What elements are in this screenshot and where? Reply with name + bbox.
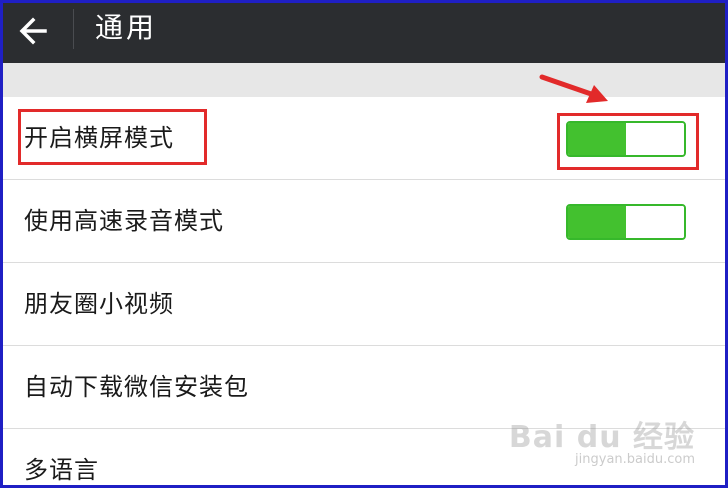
setting-landscape-mode[interactable]: 开启横屏模式 [3,97,725,180]
section-spacer [3,63,725,97]
high-speed-recording-toggle[interactable] [566,204,686,240]
toggle-on-fill [568,206,626,238]
top-bar: 通用 [3,3,725,63]
page-title: 通用 [95,11,158,44]
toggle-knob [626,123,684,155]
setting-auto-download-installer[interactable]: 自动下载微信安装包 [3,346,725,429]
setting-multi-language[interactable]: 多语言 [3,429,725,485]
setting-label: 多语言 [24,456,99,484]
header-divider [73,9,74,49]
setting-label: 自动下载微信安装包 [24,373,249,401]
toggle-on-fill [568,123,626,155]
arrow-left-icon [19,17,47,45]
setting-label: 开启横屏模式 [24,124,174,152]
back-button[interactable] [11,9,55,53]
toggle-knob [626,206,684,238]
setting-label: 朋友圈小视频 [24,290,174,318]
setting-moments-short-video[interactable]: 朋友圈小视频 [3,263,725,346]
settings-list: 开启横屏模式 使用高速录音模式 朋友圈小视频 自动下载微信安装包 多语言 [3,97,725,485]
landscape-mode-toggle[interactable] [566,121,686,157]
screenshot-frame: 通用 开启横屏模式 使用高速录音模式 朋友圈小视频 自动下载微信安装包 多语言 [0,0,728,488]
setting-high-speed-recording[interactable]: 使用高速录音模式 [3,180,725,263]
setting-label: 使用高速录音模式 [24,207,224,235]
